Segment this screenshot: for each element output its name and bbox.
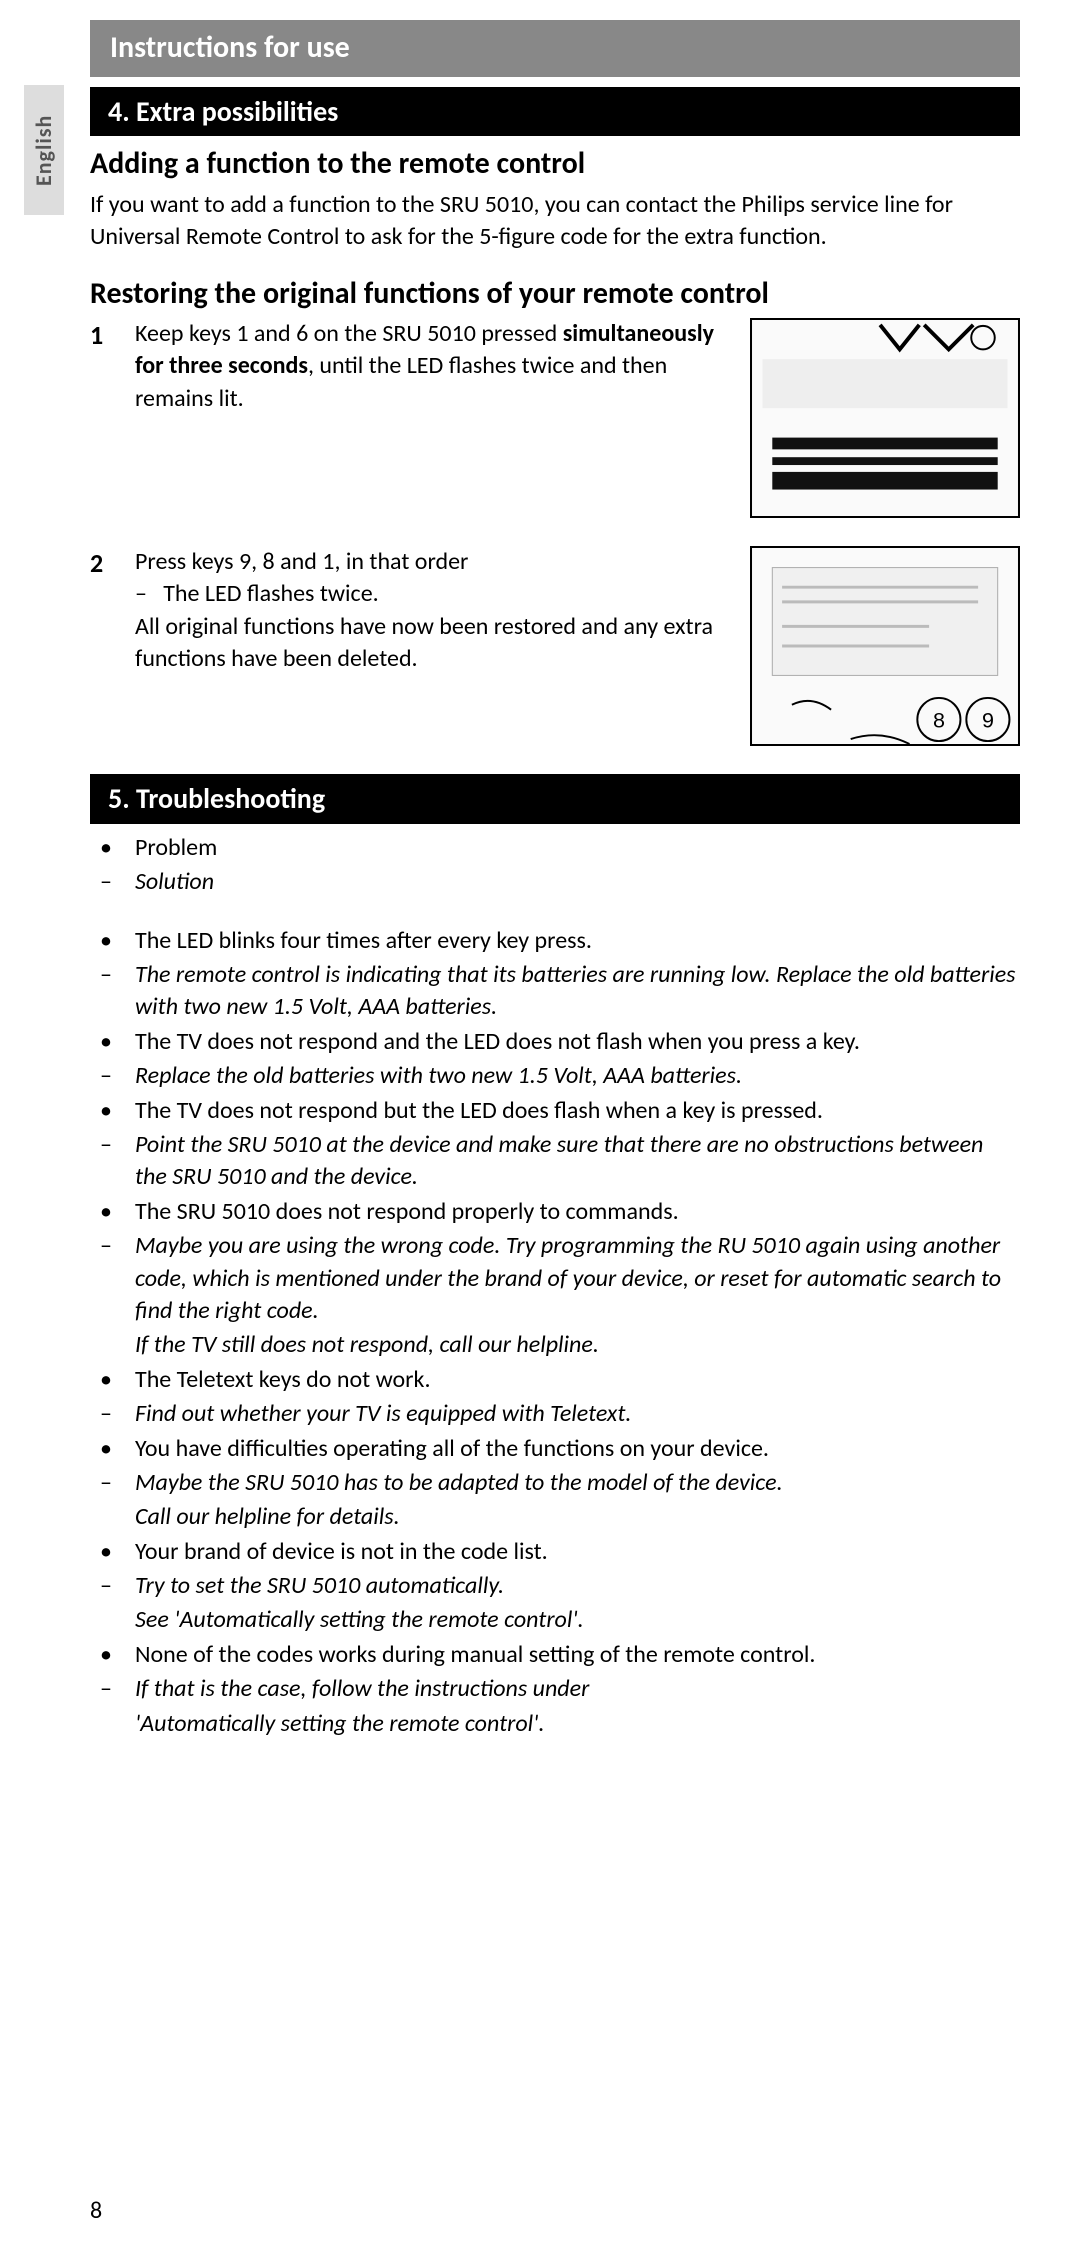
- problem-text: The Teletext keys do not work.: [135, 1364, 1020, 1396]
- problem-row: •The LED blinks four times after every k…: [90, 925, 1020, 957]
- bullet-icon: •: [90, 1095, 135, 1127]
- problem-text: The TV does not respond and the LED does…: [135, 1026, 1020, 1058]
- section-5-title: 5. Troubleshooting: [90, 774, 1020, 824]
- step1-text-a: Keep keys 1 and 6 on the SRU 5010 presse…: [135, 319, 563, 348]
- dash-icon: –: [90, 1570, 135, 1602]
- problem-row: •None of the codes works during manual s…: [90, 1639, 1020, 1671]
- step2-text-b: All original functions have now been res…: [135, 612, 713, 673]
- step-2: 2 Press keys 9, 8 and 1, in that order –…: [90, 546, 1020, 746]
- dash-icon: –: [90, 866, 135, 898]
- solution-text: The remote control is indicating that it…: [135, 959, 1020, 1024]
- problem-row: •You have difficulties operating all of …: [90, 1433, 1020, 1465]
- solution-text: Point the SRU 5010 at the device and mak…: [135, 1129, 1020, 1194]
- solution-extra-row: Call our helpline for details.: [90, 1501, 1020, 1533]
- legend-problem-text: Problem: [135, 832, 1020, 864]
- page-number: 8: [90, 2195, 102, 2227]
- dash-icon: –: [90, 1060, 135, 1092]
- dash-icon: –: [90, 1398, 135, 1430]
- solution-extra-text: If the TV still does not respond, call o…: [135, 1329, 1020, 1361]
- solution-row: –If that is the case, follow the instruc…: [90, 1673, 1020, 1705]
- solution-row: –Maybe the SRU 5010 has to be adapted to…: [90, 1467, 1020, 1499]
- problem-text: The LED blinks four times after every ke…: [135, 925, 1020, 957]
- bullet-icon: •: [90, 1196, 135, 1228]
- solution-text: Try to set the SRU 5010 automatically.: [135, 1570, 1020, 1602]
- problem-text: Your brand of device is not in the code …: [135, 1536, 1020, 1568]
- problem-text: None of the codes works during manual se…: [135, 1639, 1020, 1671]
- dash-prefix: –: [135, 579, 163, 608]
- figure-keys-9-8-1: 8 9: [750, 546, 1020, 746]
- solution-text: Maybe the SRU 5010 has to be adapted to …: [135, 1467, 1020, 1499]
- bullet-icon: •: [90, 925, 135, 957]
- problem-text: The TV does not respond but the LED does…: [135, 1095, 1020, 1127]
- solution-extra-text: See 'Automatically setting the remote co…: [135, 1604, 1020, 1636]
- problem-row: •The TV does not respond and the LED doe…: [90, 1026, 1020, 1058]
- solution-extra-row: If the TV still does not respond, call o…: [90, 1329, 1020, 1361]
- problem-text: You have difficulties operating all of t…: [135, 1433, 1020, 1465]
- svg-text:8: 8: [933, 707, 945, 732]
- solution-extra-row: 'Automatically setting the remote contro…: [90, 1708, 1020, 1740]
- solution-row: –The remote control is indicating that i…: [90, 959, 1020, 1024]
- section-4-title: 4. Extra possibilities: [90, 87, 1020, 137]
- solution-extra-text: 'Automatically setting the remote contro…: [135, 1708, 1020, 1740]
- legend-solution-text: Solution: [135, 866, 1020, 898]
- solution-text: Find out whether your TV is equipped wit…: [135, 1398, 1020, 1430]
- blank-indent: [90, 1329, 135, 1361]
- legend-solution: – Solution: [90, 866, 1020, 898]
- step-number: 2: [90, 546, 135, 746]
- step-text: Press keys 9, 8 and 1, in that order – T…: [135, 546, 742, 746]
- blank-indent: [90, 1708, 135, 1740]
- subtitle-adding-function: Adding a function to the remote control: [90, 144, 1020, 185]
- solution-text: If that is the case, follow the instruct…: [135, 1673, 1020, 1705]
- solution-row: –Find out whether your TV is equipped wi…: [90, 1398, 1020, 1430]
- solution-row: –Try to set the SRU 5010 automatically.: [90, 1570, 1020, 1602]
- subtitle-restoring: Restoring the original functions of your…: [90, 274, 1020, 315]
- dash-icon: –: [90, 1467, 135, 1499]
- bullet-icon: •: [90, 1026, 135, 1058]
- step2-text-a: Press keys 9, 8 and 1, in that order: [135, 547, 468, 576]
- dash-icon: –: [90, 959, 135, 1024]
- figure-keys-1-6: [750, 318, 1020, 518]
- para-adding-function: If you want to add a function to the SRU…: [90, 189, 1020, 254]
- solution-row: –Replace the old batteries with two new …: [90, 1060, 1020, 1092]
- solution-text: Replace the old batteries with two new 1…: [135, 1060, 1020, 1092]
- problem-row: •The Teletext keys do not work.: [90, 1364, 1020, 1396]
- problem-text: The SRU 5010 does not respond properly t…: [135, 1196, 1020, 1228]
- dash-icon: –: [90, 1230, 135, 1327]
- blank-indent: [90, 1501, 135, 1533]
- problem-row: •The SRU 5010 does not respond properly …: [90, 1196, 1020, 1228]
- bullet-icon: •: [90, 1639, 135, 1671]
- bullet-icon: •: [90, 832, 135, 864]
- solution-extra-row: See 'Automatically setting the remote co…: [90, 1604, 1020, 1636]
- legend-problem: • Problem: [90, 832, 1020, 864]
- solution-extra-text: Call our helpline for details.: [135, 1501, 1020, 1533]
- dash-icon: –: [90, 1673, 135, 1705]
- step2-dash1: The LED flashes twice.: [163, 579, 378, 608]
- blank-indent: [90, 1604, 135, 1636]
- bullet-icon: •: [90, 1536, 135, 1568]
- problem-row: •Your brand of device is not in the code…: [90, 1536, 1020, 1568]
- problem-row: •The TV does not respond but the LED doe…: [90, 1095, 1020, 1127]
- step-1: 1 Keep keys 1 and 6 on the SRU 5010 pres…: [90, 318, 1020, 518]
- dash-icon: –: [90, 1129, 135, 1194]
- bullet-icon: •: [90, 1433, 135, 1465]
- solution-text: Maybe you are using the wrong code. Try …: [135, 1230, 1020, 1327]
- troubleshooting-list: • Problem – Solution •The LED blinks fou…: [90, 832, 1020, 1740]
- language-tab: English: [24, 85, 64, 215]
- solution-row: –Maybe you are using the wrong code. Try…: [90, 1230, 1020, 1327]
- bullet-icon: •: [90, 1364, 135, 1396]
- svg-text:9: 9: [982, 707, 994, 732]
- step-text: Keep keys 1 and 6 on the SRU 5010 presse…: [135, 318, 742, 518]
- header-bar: Instructions for use: [90, 20, 1020, 77]
- step-number: 1: [90, 318, 135, 518]
- solution-row: –Point the SRU 5010 at the device and ma…: [90, 1129, 1020, 1194]
